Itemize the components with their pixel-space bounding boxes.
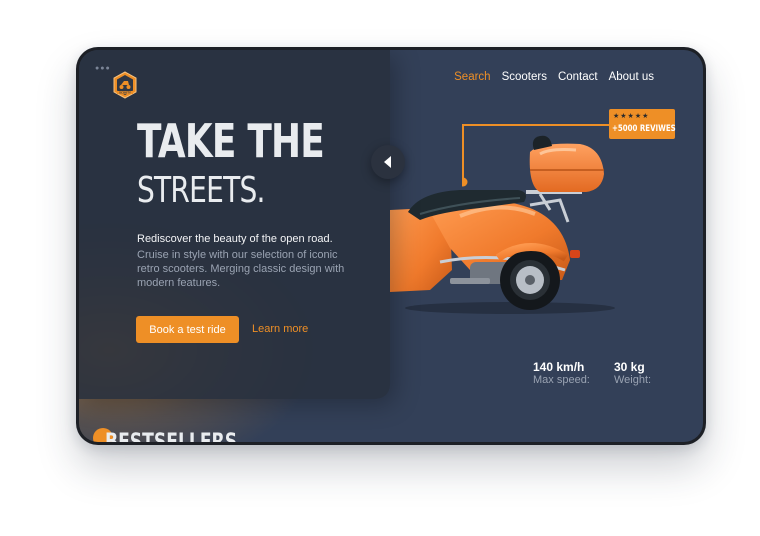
hero-panel: ●●● SCOOTY TAKE THE STREETS. Rediscover … — [79, 50, 390, 399]
hero-description: Cruise in style with our selection of ic… — [137, 249, 345, 289]
learn-more-link[interactable]: Learn more — [252, 323, 308, 335]
scooter-badge-icon[interactable]: SCOOTY — [113, 71, 137, 99]
screen: ★★★★★ +5000 REVIWES 140 km/h Max speed: … — [79, 50, 703, 442]
chevron-left-icon — [384, 156, 391, 168]
nav-contact[interactable]: Contact — [558, 71, 598, 83]
stat-weight-value: 30 kg — [614, 360, 645, 374]
rating-stars: ★★★★★ — [613, 113, 650, 120]
hero-lead: Rediscover the beauty of the open road. — [137, 233, 333, 245]
book-test-ride-button[interactable]: Book a test ride — [136, 316, 239, 343]
window-dots-icon: ●●● — [95, 65, 111, 72]
stat-speed-label: Max speed: — [533, 374, 590, 386]
main-nav: Search Scooters Contact About us — [454, 71, 654, 83]
logo-text: SCOOTY — [119, 91, 131, 95]
rating-callout-line — [462, 124, 612, 187]
nav-search[interactable]: Search — [454, 71, 490, 83]
bestsellers-title: BESTSELLERS — [105, 430, 237, 442]
device-frame: ★★★★★ +5000 REVIWES 140 km/h Max speed: … — [76, 47, 706, 445]
reviews-count: +5000 REVIWES — [612, 124, 676, 134]
nav-scooters[interactable]: Scooters — [502, 71, 547, 83]
collapse-panel-button[interactable] — [371, 145, 405, 179]
stat-speed-value: 140 km/h — [533, 360, 585, 374]
hero-title-line1: TAKE THE — [137, 114, 325, 168]
stat-weight-label: Weight: — [614, 374, 652, 386]
hero-title-line2: STREETS. — [137, 170, 265, 211]
nav-about-us[interactable]: About us — [609, 71, 654, 83]
rating-badge: ★★★★★ +5000 REVIWES — [609, 109, 676, 139]
